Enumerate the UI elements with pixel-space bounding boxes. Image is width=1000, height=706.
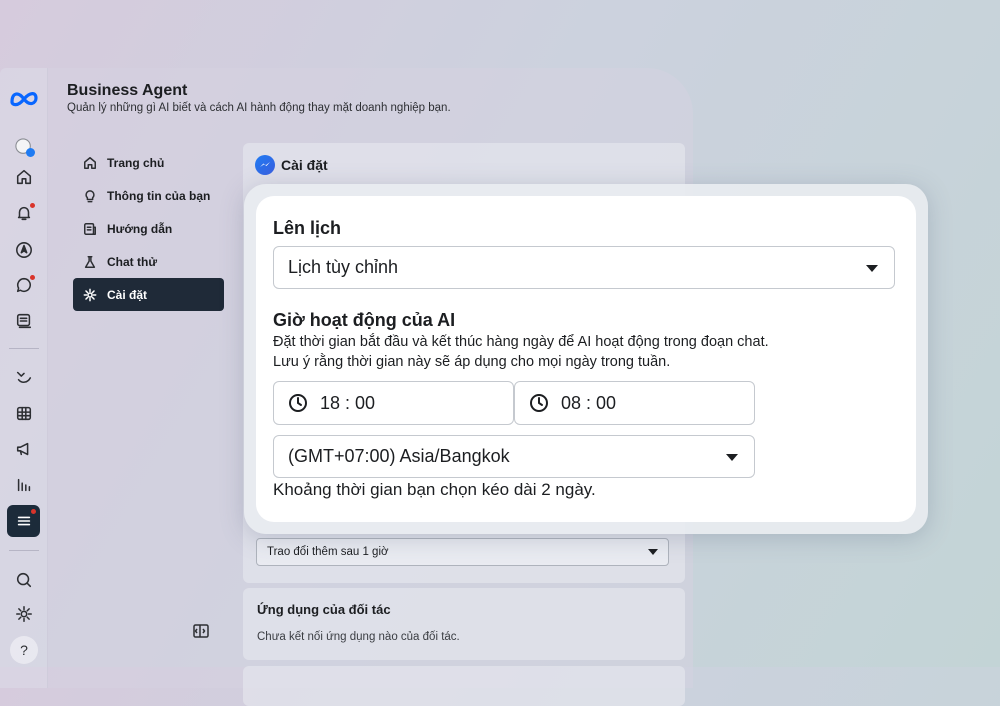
nav-item-label: Trang chủ [107, 155, 165, 170]
settings-title-text: Cài đặt [281, 157, 328, 173]
partner-apps-title: Ứng dụng của đối tác [257, 602, 391, 617]
help-icon[interactable]: ? [10, 636, 38, 664]
chat-bubble-icon[interactable] [11, 272, 37, 298]
nav-item-label: Hướng dẫn [107, 221, 173, 236]
chevron-down-icon [726, 453, 738, 461]
end-time-value: 08 : 00 [561, 392, 617, 413]
settings-icon[interactable] [11, 601, 37, 627]
next-card [243, 666, 685, 706]
end-time-input[interactable]: 08 : 00 [514, 381, 755, 425]
bell-icon[interactable] [11, 200, 37, 226]
schedule-card: Lên lịch Lịch tùy chỉnh Giờ hoạt động củ… [256, 196, 916, 522]
chevron-down-icon [648, 549, 658, 555]
nav-item-guide[interactable]: Hướng dẫn [73, 212, 224, 245]
side-nav: Trang chủ Thông tin của bạn Hướng dẫn Ch… [73, 146, 224, 311]
megaphone-icon[interactable] [11, 436, 37, 462]
page-subtitle: Quản lý những gì AI biết và cách AI hành… [67, 102, 451, 114]
compass-icon[interactable] [11, 237, 37, 263]
collapse-sidebar-icon[interactable] [193, 624, 209, 638]
guide-icon [84, 222, 96, 235]
schedule-label: Lên lịch [273, 218, 342, 238]
start-time-value: 18 : 00 [320, 392, 376, 413]
schedule-select[interactable]: Lịch tùy chỉnh [273, 246, 895, 289]
flask-icon [84, 255, 96, 268]
clock-icon [530, 394, 548, 412]
analytics-wave-icon[interactable] [11, 364, 37, 390]
nav-item-label: Cài đặt [107, 287, 148, 302]
handoff-select-value: Trao đổi thêm sau 1 giờ [267, 546, 389, 558]
page-title: Business Agent [67, 82, 188, 99]
duration-note: Khoảng thời gian bạn chọn kéo dài 2 ngày… [273, 480, 596, 499]
partner-apps-status: Chưa kết nối ứng dụng nào của đối tác. [257, 631, 460, 643]
partner-apps-card: Ứng dụng của đối tác Chưa kết nối ứng dụ… [243, 588, 685, 660]
nav-item-label: Thông tin của bạn [107, 188, 211, 203]
pages-icon[interactable] [11, 308, 37, 334]
calendar-grid-icon[interactable] [11, 400, 37, 426]
nav-item-settings[interactable]: Cài đặt [73, 278, 224, 311]
zoomed-schedule-panel: Lên lịch Lịch tùy chỉnh Giờ hoạt động củ… [244, 184, 928, 534]
ai-hours-description: Đặt thời gian bắt đầu và kết thúc hàng n… [273, 334, 769, 370]
profile-avatar-icon[interactable] [11, 134, 37, 160]
bar-chart-icon[interactable] [11, 472, 37, 498]
nav-item-home[interactable]: Trang chủ [73, 146, 224, 179]
search-icon[interactable] [11, 567, 37, 593]
start-time-input[interactable]: 18 : 00 [273, 381, 514, 425]
home-icon[interactable] [11, 164, 37, 190]
icon-rail: ? [0, 68, 48, 688]
handoff-select[interactable]: Trao đổi thêm sau 1 giờ [256, 538, 669, 566]
ai-hours-label: Giờ hoạt động của AI [273, 310, 456, 330]
timezone-select-value: (GMT+07:00) Asia/Bangkok [288, 446, 510, 466]
nav-item-label: Chat thử [107, 254, 158, 269]
gear-icon [83, 288, 97, 301]
lightbulb-icon [85, 189, 95, 202]
chevron-down-icon [866, 264, 878, 272]
nav-item-test-chat[interactable]: Chat thử [73, 245, 224, 278]
schedule-select-value: Lịch tùy chỉnh [288, 257, 399, 277]
timezone-select[interactable]: (GMT+07:00) Asia/Bangkok [273, 435, 755, 478]
meta-logo-icon[interactable] [9, 85, 39, 111]
settings-title: Cài đặt [255, 155, 328, 175]
messenger-icon [255, 155, 275, 175]
clock-icon [289, 394, 307, 412]
nav-item-your-info[interactable]: Thông tin của bạn [73, 179, 224, 212]
menu-icon[interactable] [7, 505, 40, 537]
home-icon [84, 156, 96, 169]
